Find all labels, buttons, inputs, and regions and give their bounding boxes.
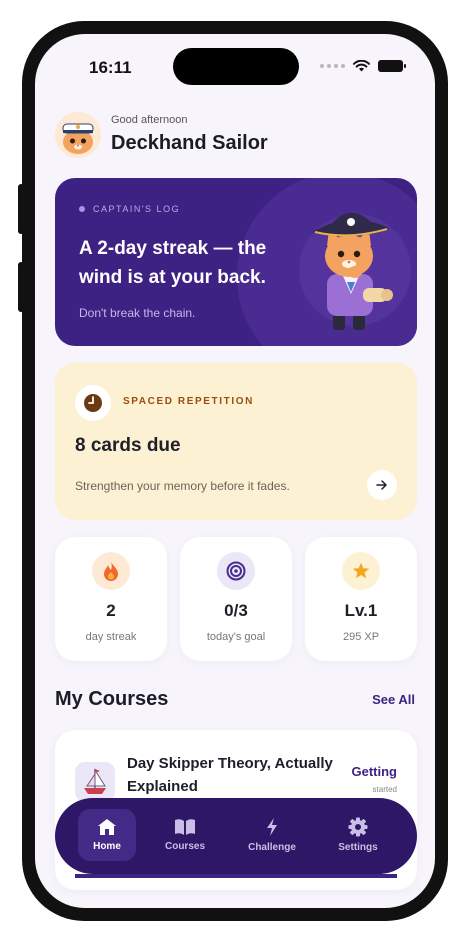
spaced-repetition-subtitle: Strengthen your memory before it fades. bbox=[75, 479, 290, 493]
home-icon bbox=[98, 819, 116, 835]
my-courses-heading: My Courses bbox=[55, 688, 169, 710]
star-icon bbox=[342, 552, 380, 590]
nav-label: Challenge bbox=[248, 842, 296, 853]
avatar[interactable] bbox=[55, 112, 101, 158]
stat-level[interactable]: Lv.1 295 XP bbox=[305, 537, 417, 661]
target-icon bbox=[217, 552, 255, 590]
battery-icon bbox=[378, 60, 406, 72]
captains-log-tag-text: CAPTAIN'S LOG bbox=[93, 204, 181, 214]
stat-day-streak[interactable]: 2 day streak bbox=[55, 537, 167, 661]
greeting-text: Good afternoon bbox=[111, 114, 188, 126]
arrow-right-icon[interactable] bbox=[367, 470, 397, 500]
see-all-link[interactable]: See All bbox=[372, 692, 415, 707]
book-icon bbox=[175, 819, 195, 835]
nav-settings[interactable]: Settings bbox=[329, 809, 387, 861]
spaced-repetition-card[interactable]: SPACED REPETITION 8 cards due Strengthen… bbox=[55, 363, 417, 520]
status-time: 16:11 bbox=[89, 58, 132, 77]
course-progress-strip bbox=[75, 874, 397, 878]
course-status: Getting bbox=[351, 764, 398, 779]
captains-log-card[interactable]: CAPTAIN'S LOG A 2-day streak — the wind … bbox=[55, 178, 417, 346]
stat-label: day streak bbox=[85, 631, 137, 643]
dynamic-island bbox=[173, 48, 299, 85]
username: Deckhand Sailor bbox=[111, 132, 268, 154]
nav-label: Settings bbox=[338, 842, 378, 853]
nav-label: Courses bbox=[164, 841, 205, 852]
nav-challenge[interactable]: Challenge bbox=[243, 809, 301, 861]
cards-due-title: 8 cards due bbox=[75, 435, 181, 456]
nav-label: Home bbox=[93, 841, 121, 852]
stat-value: Lv.1 bbox=[344, 601, 378, 620]
lightning-icon bbox=[267, 818, 277, 836]
bottom-navigation: Home Courses Challenge Settings bbox=[55, 798, 417, 874]
spaced-repetition-tag: SPACED REPETITION bbox=[123, 396, 254, 407]
course-title: Day Skipper Theory, Actually Explained bbox=[127, 755, 333, 795]
stat-label: today's goal bbox=[206, 631, 266, 643]
wifi-icon bbox=[353, 60, 370, 72]
gear-icon bbox=[348, 817, 368, 837]
app-screen: 16:11 Good afternoon Deckhand Sailor CAP… bbox=[35, 34, 435, 908]
side-button-volume bbox=[18, 262, 24, 312]
captains-log-tag: CAPTAIN'S LOG bbox=[79, 204, 180, 214]
streak-message: A 2-day streak — the wind is at your bac… bbox=[79, 238, 267, 288]
status-icons bbox=[320, 60, 406, 72]
stat-value: 0/3 bbox=[224, 601, 248, 620]
cat-sailor-avatar-icon bbox=[55, 112, 101, 158]
stat-label: 295 XP bbox=[342, 631, 380, 643]
sailboat-icon bbox=[75, 762, 115, 802]
clock-icon bbox=[84, 394, 102, 412]
flame-icon bbox=[92, 552, 130, 590]
side-button-action bbox=[18, 184, 24, 234]
nav-courses[interactable]: Courses bbox=[156, 809, 214, 861]
nav-home[interactable]: Home bbox=[78, 809, 136, 861]
tag-dot bbox=[79, 206, 85, 212]
stat-value: 2 bbox=[106, 601, 116, 620]
clock-icon-wrap bbox=[75, 385, 111, 421]
pirate-cat-mascot-icon bbox=[313, 212, 393, 330]
streak-subtitle: Don't break the chain. bbox=[79, 306, 196, 320]
course-status-sub: started bbox=[372, 785, 397, 794]
signal-icon bbox=[320, 64, 345, 68]
stat-todays-goal[interactable]: 0/3 today's goal bbox=[180, 537, 292, 661]
